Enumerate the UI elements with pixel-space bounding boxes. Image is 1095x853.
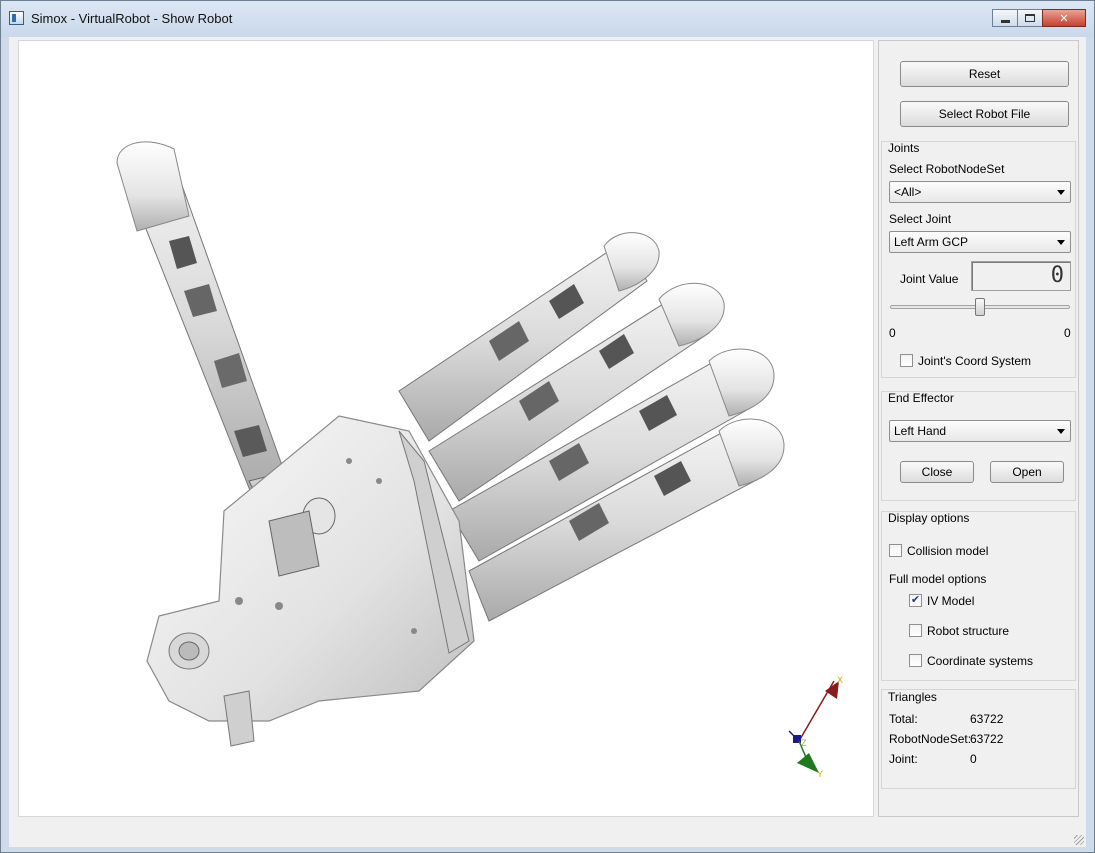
robotnodeset-count-label: RobotNodeSet: [889,732,972,746]
joint-coord-system-checkbox[interactable] [900,354,913,367]
end-effector-value: Left Hand [894,424,947,438]
display-options-group: Display options Collision model Full mod… [881,511,1076,681]
maximize-icon [1025,14,1035,22]
robot-hand-render: X Y Z [116,141,843,779]
y-axis-label: Y [817,769,823,779]
triangles-group: Triangles Total: 63722 RobotNodeSet: 637… [881,689,1076,789]
minimize-icon [1000,19,1010,23]
control-panel: Reset Select Robot File Joints Select Ro… [878,40,1079,817]
reset-button[interactable]: Reset [900,61,1069,87]
robotnodeset-value: <All> [894,185,922,199]
resize-grip[interactable] [1074,835,1084,845]
y-axis-arrow [797,753,819,773]
main-window: Simox - VirtualRobot - Show Robot ✕ X Y … [0,0,1095,853]
select-robot-file-button[interactable]: Select Robot File [900,101,1069,127]
robot-3d-viewer[interactable]: X Y Z [18,40,874,817]
end-effector-group: End Effector Left Hand Close Open [881,391,1076,501]
slider-min-label: 0 [889,326,896,340]
triangles-title: Triangles [888,690,937,704]
thumb-finger [116,141,305,512]
joint-dropdown[interactable]: Left Arm GCP [889,231,1071,253]
coordinate-systems-label: Coordinate systems [927,654,1034,668]
joint-coord-system-label: Joint's Coord System [918,354,1031,368]
orientation-axes: X Y Z [788,675,843,779]
total-label: Total: [889,712,918,726]
close-hand-button[interactable]: Close [900,461,974,483]
iv-model-checkbox[interactable]: ✔ [909,594,922,607]
chevron-down-icon [1057,190,1065,195]
robotnodeset-count-value: 63722 [970,732,1004,746]
joint-count-value: 0 [970,752,977,766]
joint-count-label: Joint: [889,752,918,766]
joints-group: Joints Select RobotNodeSet <All> Select … [881,141,1076,378]
joints-group-title: Joints [888,141,920,155]
open-hand-button[interactable]: Open [990,461,1064,483]
joint-value-label: Joint Value [900,272,959,286]
minimize-button[interactable] [992,9,1018,27]
x-axis-label: X [837,675,843,685]
chevron-down-icon [1057,240,1065,245]
iv-model-label: IV Model [927,594,975,608]
z-axis-label: Z [801,738,807,748]
robot-structure-checkbox[interactable] [909,624,922,637]
robotnodeset-dropdown[interactable]: <All> [889,181,1071,203]
joint-value-lcd: 0 [971,261,1071,291]
total-value: 63722 [970,712,1004,726]
collision-model-checkbox[interactable] [889,544,902,557]
robot-structure-label: Robot structure [927,624,1010,638]
close-window-button[interactable]: ✕ [1042,9,1086,27]
coordinate-systems-checkbox[interactable] [909,654,922,667]
end-effector-title: End Effector [888,391,954,405]
end-effector-dropdown[interactable]: Left Hand [889,420,1071,442]
full-model-options-label: Full model options [889,572,987,586]
slider-max-label: 0 [1064,326,1071,340]
maximize-button[interactable] [1017,9,1043,27]
joint-value: Left Arm GCP [894,235,969,249]
chevron-down-icon [1057,429,1065,434]
caption-buttons: ✕ [992,9,1086,29]
select-robotnodeset-label: Select RobotNodeSet [889,162,1005,176]
joint-slider-handle[interactable] [975,298,985,316]
app-icon[interactable] [9,11,24,25]
title-bar[interactable]: Simox - VirtualRobot - Show Robot ✕ [1,1,1094,37]
client-area: X Y Z Reset Select Robot File Joints Sel… [9,37,1086,847]
palm [146,415,475,747]
close-icon: ✕ [1059,12,1069,25]
select-joint-label: Select Joint [889,212,952,226]
collision-model-label: Collision model [907,544,989,558]
window-title: Simox - VirtualRobot - Show Robot [31,11,233,26]
display-options-title: Display options [888,511,970,525]
